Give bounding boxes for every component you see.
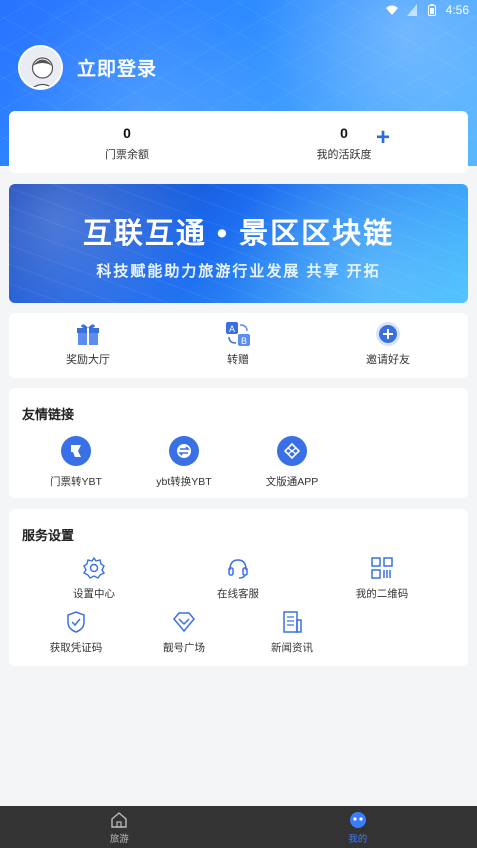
- gear-icon: [82, 556, 106, 580]
- ticket-balance[interactable]: 0 门票余额: [52, 125, 202, 162]
- service-settings-section: 服务设置 设置中心 在线客服 我的二维码 获取凭证码 靓号广场 新闻资讯: [9, 509, 468, 666]
- qrcode-icon: [370, 556, 394, 580]
- transfer-label: 转赠: [227, 354, 249, 366]
- premium-number-plaza-button[interactable]: 靓号广场: [134, 610, 234, 655]
- svg-text:B: B: [241, 336, 247, 346]
- tab-travel-label: 旅游: [109, 834, 129, 845]
- tab-mine-label: 我的: [348, 834, 368, 845]
- ybt-convert-label: ybt转换YBT: [156, 476, 212, 488]
- avatar[interactable]: [18, 45, 63, 90]
- wenbantong-app-link[interactable]: 文版通APP: [242, 436, 342, 489]
- friend-links-title: 友情链接: [22, 407, 75, 422]
- newspaper-icon: [280, 610, 304, 634]
- promo-banner[interactable]: 互联互通 • 景区区块链 科技赋能助力旅游行业发展 共享 开拓: [9, 184, 468, 303]
- quick-actions: 奖励大厅 A B 转赠 邀请好友: [9, 313, 468, 378]
- bottom-tab-bar: 旅游 我的: [0, 806, 477, 848]
- wenbantong-app-label: 文版通APP: [265, 476, 319, 488]
- status-bar: 4:56: [385, 2, 469, 18]
- activity-score-label: 我的活跃度: [316, 149, 372, 161]
- get-voucher-code-button[interactable]: 获取凭证码: [26, 610, 126, 655]
- ticket-ybt-icon: [61, 436, 91, 466]
- ticket-balance-value: 0: [123, 125, 131, 141]
- settings-center-button[interactable]: 设置中心: [44, 556, 144, 601]
- invite-friends-button[interactable]: 邀请好友: [328, 321, 448, 367]
- ticket-to-ybt-link[interactable]: 门票转YBT: [26, 436, 126, 489]
- my-qrcode-button[interactable]: 我的二维码: [332, 556, 432, 601]
- ticket-balance-label: 门票余额: [105, 149, 149, 161]
- battery-icon: [426, 4, 438, 16]
- reward-hall-button[interactable]: 奖励大厅: [28, 321, 148, 367]
- banner-subline: 科技赋能助力旅游行业发展 共享 开拓: [96, 263, 381, 280]
- signal-icon: [406, 4, 418, 16]
- svg-text:A: A: [229, 324, 235, 334]
- login-link[interactable]: 立即登录: [77, 54, 157, 81]
- get-voucher-code-label: 获取凭证码: [49, 642, 103, 654]
- exchange-icon: [169, 436, 199, 466]
- invite-plus-icon: [375, 321, 401, 347]
- online-support-label: 在线客服: [217, 588, 259, 600]
- shield-check-icon: [64, 610, 88, 634]
- stats-card: 0 门票余额 0 我的活跃度 +: [9, 111, 468, 173]
- transfer-button[interactable]: A B 转赠: [178, 321, 298, 367]
- wifi-icon: [385, 4, 398, 16]
- online-support-button[interactable]: 在线客服: [188, 556, 288, 601]
- service-settings-title: 服务设置: [22, 528, 75, 543]
- diamond-icon: [172, 610, 196, 634]
- status-time: 4:56: [445, 3, 469, 17]
- home-icon: [110, 811, 128, 829]
- friend-links-section: 友情链接 门票转YBT ybt转换YBT 文版通APP: [9, 388, 468, 498]
- headset-icon: [226, 556, 250, 580]
- activity-score-value: 0: [340, 125, 348, 141]
- profile-face-icon: [349, 811, 367, 829]
- premium-number-plaza-label: 靓号广场: [163, 642, 205, 654]
- tab-mine[interactable]: 我的: [239, 806, 477, 848]
- ticket-to-ybt-label: 门票转YBT: [50, 476, 102, 488]
- news-label: 新闻资讯: [271, 642, 313, 654]
- app-logo-icon: [277, 436, 307, 466]
- news-button[interactable]: 新闻资讯: [242, 610, 342, 655]
- activity-score[interactable]: 0 我的活跃度: [269, 125, 419, 162]
- gift-icon: [75, 321, 101, 347]
- tab-travel[interactable]: 旅游: [0, 806, 239, 848]
- reward-hall-label: 奖励大厅: [66, 354, 110, 366]
- plus-icon[interactable]: +: [372, 126, 394, 150]
- invite-friends-label: 邀请好友: [366, 354, 410, 366]
- settings-center-label: 设置中心: [73, 588, 115, 600]
- my-qrcode-label: 我的二维码: [355, 588, 409, 600]
- banner-headline: 互联互通 • 景区区块链: [82, 218, 395, 250]
- ybt-convert-link[interactable]: ybt转换YBT: [134, 436, 234, 489]
- transfer-icon: A B: [225, 321, 251, 347]
